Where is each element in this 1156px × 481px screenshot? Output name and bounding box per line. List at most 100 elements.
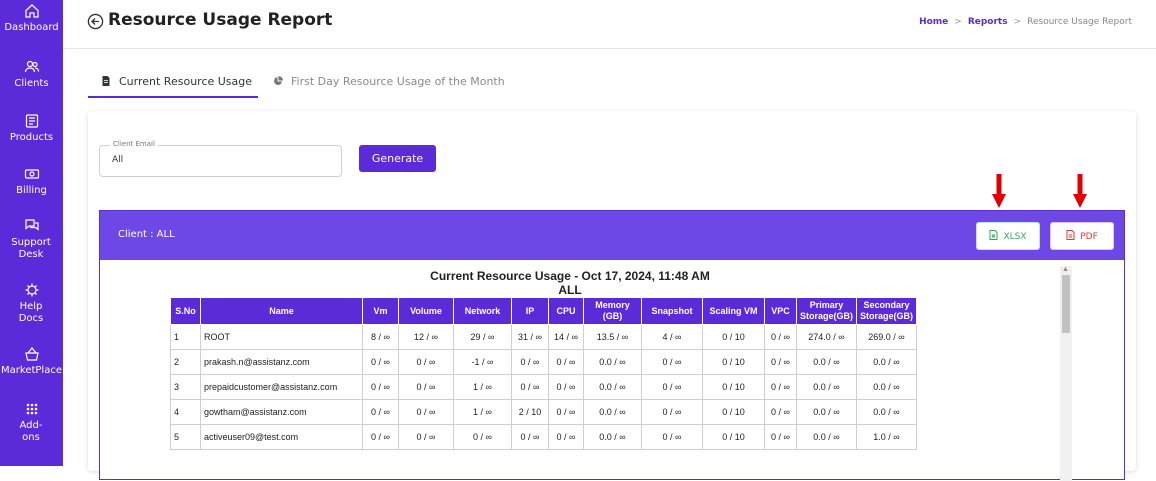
usage-cell: 1 / ∞ (453, 399, 512, 425)
usage-cell: 0 / ∞ (511, 374, 549, 400)
usage-cell: 0 / ∞ (362, 374, 399, 400)
usage-cell: 0 / ∞ (641, 374, 703, 400)
column-header: Scaling VM (702, 297, 765, 325)
client-name-cell: activeuser09@test.com (200, 424, 363, 450)
sidebar-item-billing[interactable]: Billing (0, 166, 63, 197)
document-icon (102, 76, 110, 86)
export-pdf-label: PDF (1080, 232, 1098, 242)
usage-cell: 12 / ∞ (398, 324, 454, 350)
usage-cell: 269.0 / ∞ (856, 324, 917, 350)
sidebar-item-addons[interactable]: Add-ons (0, 401, 63, 444)
client-label: Client : ALL (118, 229, 175, 240)
generate-button[interactable]: Generate (359, 145, 436, 172)
excel-file-icon (989, 230, 998, 240)
products-icon (25, 114, 38, 128)
column-header: Volume (398, 297, 454, 325)
usage-cell: 1 / ∞ (453, 374, 512, 400)
table-row: 4 gowtham@assistanz.com 0 / ∞ 0 / ∞ 1 / ∞ 2 /… (170, 399, 917, 425)
usage-cell: 0 / 10 (702, 374, 765, 400)
breadcrumb: Home > Reports > Resource Usage Report (919, 17, 1132, 27)
tab-current-resource-usage[interactable]: Current Resource Usage (88, 68, 258, 98)
scrollbar-thumb[interactable] (1062, 275, 1070, 333)
report-subtitle: ALL (558, 283, 582, 297)
row-number-cell: 5 (170, 424, 201, 450)
usage-cell: 0 / ∞ (548, 374, 584, 400)
tab-first-day-resource-usage[interactable]: First Day Resource Usage of the Month (271, 68, 511, 98)
column-header: Secondary Storage(GB) (856, 297, 917, 325)
pdf-file-icon (1066, 230, 1075, 240)
page-header: Resource Usage Report Home > Reports > Resou… (63, 0, 1156, 49)
table-row: 3 prepaidcustomer@assistanz.com 0 / ∞ 0 / ∞… (170, 374, 917, 400)
column-header: S.No (170, 297, 201, 325)
usage-cell: 0.0 / ∞ (856, 374, 917, 400)
column-header: Name (200, 297, 363, 325)
sidebar-item-marketplace[interactable]: MarketPlace (0, 346, 63, 377)
usage-cell: 31 / ∞ (511, 324, 549, 350)
usage-cell: 0 / ∞ (764, 399, 797, 425)
usage-cell: 13.5 / ∞ (583, 324, 642, 350)
usage-cell: 274.0 / ∞ (796, 324, 857, 350)
export-xlsx-button[interactable]: XLSX (976, 222, 1040, 250)
row-number-cell: 1 (170, 324, 201, 350)
usage-cell: 0 / ∞ (764, 374, 797, 400)
breadcrumb-separator: > (1013, 17, 1022, 27)
column-header: CPU (548, 297, 584, 325)
usage-cell: 0 / ∞ (764, 424, 797, 450)
sidebar-item-dashboard[interactable]: Dashboard (0, 3, 63, 34)
usage-cell: 0 / ∞ (641, 349, 703, 375)
usage-cell: 0 / ∞ (398, 349, 454, 375)
client-name-cell: prepaidcustomer@assistanz.com (200, 374, 363, 400)
usage-cell: 0 / ∞ (398, 374, 454, 400)
export-pdf-button[interactable]: PDF (1050, 222, 1114, 250)
red-down-arrow-icon (992, 174, 1006, 208)
red-down-arrow-icon (1073, 174, 1087, 208)
column-header: Vm (362, 297, 399, 325)
usage-cell: 14 / ∞ (548, 324, 584, 350)
users-icon (24, 60, 39, 73)
usage-cell: 4 / ∞ (641, 324, 703, 350)
sidebar-item-clients[interactable]: Clients (0, 59, 63, 90)
usage-cell: 0 / ∞ (641, 424, 703, 450)
client-name-cell: gowtham@assistanz.com (200, 399, 363, 425)
back-arrow-icon[interactable] (87, 13, 104, 30)
sidebar-item-products[interactable]: Products (0, 113, 63, 144)
column-header: Snapshot (641, 297, 703, 325)
usage-cell: 0 / ∞ (764, 324, 797, 350)
scroll-up-arrow-icon[interactable]: ▲ (1062, 266, 1069, 273)
breadcrumb-home[interactable]: Home (919, 17, 948, 27)
report-panel: Client : ALL XLSX PDF Current Resource U… (99, 210, 1125, 481)
client-email-input[interactable] (112, 155, 312, 165)
usage-cell: 0.0 / ∞ (583, 374, 642, 400)
sidebar-item-label: Add-ons (19, 420, 43, 443)
billing-icon (24, 169, 39, 179)
breadcrumb-reports[interactable]: Reports (968, 17, 1008, 27)
client-name-cell: prakash.n@assistanz.com (200, 349, 363, 375)
usage-cell: 0.0 / ∞ (796, 424, 857, 450)
usage-cell: 0 / ∞ (548, 349, 584, 375)
sidebar-item-label: MarketPlace (1, 365, 62, 376)
client-email-label: Client Email (110, 140, 158, 148)
sidebar-item-label: Dashboard (4, 22, 59, 33)
report-title: Current Resource Usage - Oct 17, 2024, 1… (430, 269, 710, 283)
pie-chart-icon (274, 76, 283, 85)
usage-cell: 0.0 / ∞ (583, 399, 642, 425)
usage-cell: 0 / 10 (702, 399, 765, 425)
sidebar-item-help-docs[interactable]: Help Docs (0, 282, 63, 325)
usage-cell: 0 / 10 (702, 324, 765, 350)
column-header: Network (453, 297, 512, 325)
tab-label: First Day Resource Usage of the Month (291, 75, 505, 88)
table-row: 1 ROOT 8 / ∞ 12 / ∞ 29 / ∞ 31 / ∞ 14 / ∞ 13.5 /… (170, 324, 917, 350)
report-scrollbar[interactable]: ▲ (1060, 266, 1072, 481)
column-header: Primary Storage(GB) (796, 297, 857, 325)
usage-cell: 0 / ∞ (362, 349, 399, 375)
column-header: VPC (764, 297, 797, 325)
breadcrumb-separator: > (954, 17, 962, 27)
sidebar-item-label: Clients (14, 78, 49, 89)
usage-cell: 1.0 / ∞ (856, 424, 917, 450)
support-icon (24, 219, 39, 231)
sidebar-item-label: Products (9, 132, 54, 143)
report-viewer: Current Resource Usage - Oct 17, 2024, 1… (100, 260, 1124, 481)
client-email-field[interactable]: Client Email (99, 140, 342, 177)
usage-cell: 0.0 / ∞ (856, 399, 917, 425)
sidebar-item-support-desk[interactable]: Support Desk (0, 218, 63, 261)
